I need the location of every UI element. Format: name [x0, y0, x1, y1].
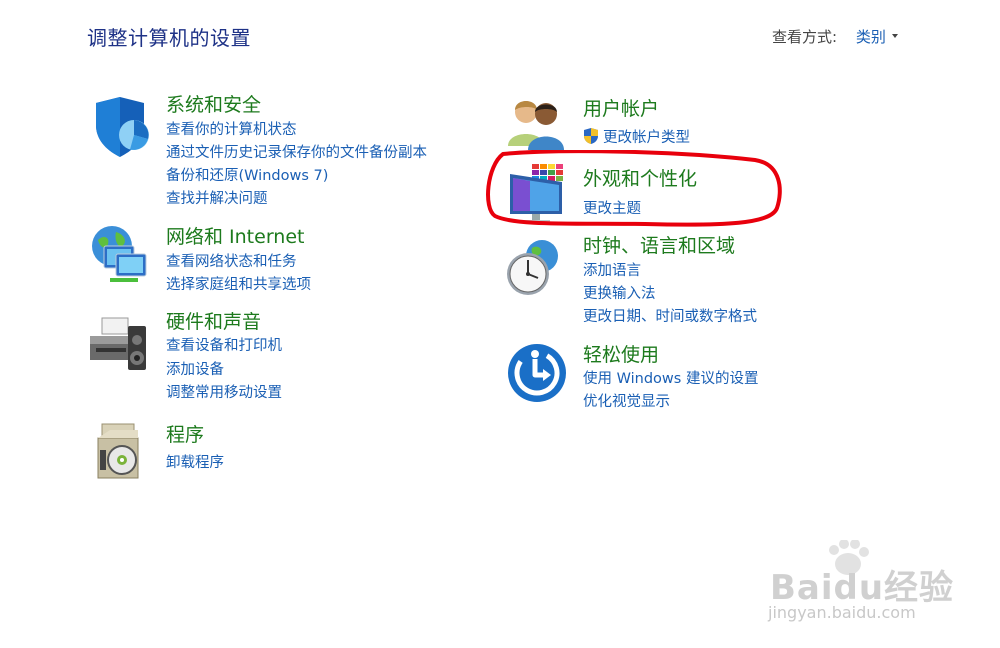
view-by: 查看方式: 类别 [772, 26, 898, 47]
category-system-security[interactable]: 系统和安全 [166, 90, 261, 117]
category-network-internet[interactable]: 网络和 Internet [166, 222, 304, 249]
clock-globe-icon[interactable] [504, 236, 568, 300]
highlight-annotation [486, 150, 782, 227]
page-title: 调整计算机的设置 [87, 26, 251, 50]
link-change-account-type-label[interactable]: 更改帐户类型 [603, 130, 690, 146]
link-mobility-settings[interactable]: 调整常用移动设置 [166, 381, 282, 402]
category-programs[interactable]: 程序 [166, 420, 204, 447]
link-troubleshoot[interactable]: 查找并解决问题 [166, 187, 268, 208]
programs-disc-icon[interactable] [92, 420, 156, 484]
link-change-date-time-format[interactable]: 更改日期、时间或数字格式 [583, 305, 757, 326]
view-by-dropdown[interactable]: 类别 [856, 28, 898, 46]
watermark-url: jingyan.baidu.com [768, 603, 916, 622]
link-optimize-visual-display[interactable]: 优化视觉显示 [583, 390, 670, 411]
link-change-input-method[interactable]: 更换输入法 [583, 282, 656, 303]
view-by-label: 查看方式: [772, 28, 838, 46]
link-add-device[interactable]: 添加设备 [166, 358, 224, 379]
link-backup-restore[interactable]: 备份和还原(Windows 7) [166, 164, 328, 185]
link-change-account-type[interactable]: 更改帐户类型 [582, 126, 690, 149]
link-recommended-settings[interactable]: 使用 Windows 建议的设置 [583, 367, 758, 388]
shield-pie-icon[interactable] [90, 95, 154, 159]
link-homegroup[interactable]: 选择家庭组和共享选项 [166, 273, 311, 294]
chevron-down-icon[interactable] [891, 33, 898, 38]
link-devices-printers[interactable]: 查看设备和打印机 [166, 334, 282, 355]
category-ease-of-access[interactable]: 轻松使用 [583, 340, 659, 367]
watermark-brand: Baidu经验 [770, 568, 955, 608]
category-user-accounts[interactable]: 用户帐户 [583, 94, 659, 121]
link-add-language[interactable]: 添加语言 [583, 259, 641, 280]
link-view-computer-status[interactable]: 查看你的计算机状态 [166, 118, 297, 139]
category-clock-language-region[interactable]: 时钟、语言和区域 [583, 231, 735, 258]
link-network-status[interactable]: 查看网络状态和任务 [166, 250, 297, 271]
users-icon[interactable] [506, 94, 570, 158]
globe-monitors-icon[interactable] [88, 224, 152, 288]
view-by-value[interactable]: 类别 [856, 28, 886, 46]
link-uninstall-program[interactable]: 卸载程序 [166, 451, 224, 472]
ease-of-access-icon[interactable] [507, 343, 571, 407]
category-hardware-sound[interactable]: 硬件和声音 [166, 307, 261, 334]
uac-shield-icon [582, 127, 600, 149]
printer-speaker-icon[interactable] [88, 312, 152, 376]
link-file-history[interactable]: 通过文件历史记录保存你的文件备份副本 [166, 141, 427, 162]
